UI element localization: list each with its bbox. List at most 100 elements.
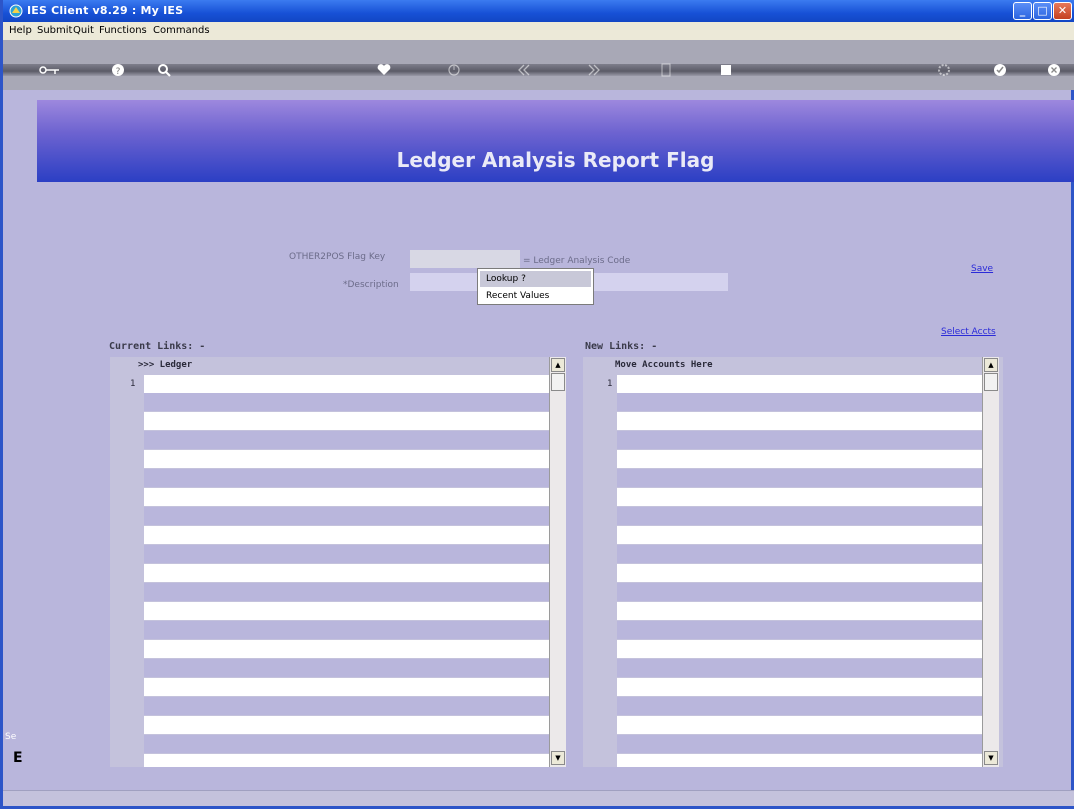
table-row[interactable]	[144, 583, 549, 601]
flag-key-input[interactable]	[410, 250, 520, 268]
lookup-menu-item[interactable]: Lookup ?	[480, 271, 591, 287]
current-links-scrollbar[interactable]: ▲ ▼	[549, 357, 566, 767]
table-row[interactable]	[144, 507, 549, 525]
table-row[interactable]	[617, 640, 982, 658]
current-links-header: >>> Ledger	[138, 360, 193, 370]
table-row[interactable]	[617, 583, 982, 601]
title-bar[interactable]: IES Client v8.29 : My IES _ □ ✕	[3, 0, 1074, 22]
table-row[interactable]	[617, 488, 982, 506]
menu-submit[interactable]: Submit	[37, 25, 72, 36]
settings-icon[interactable]	[933, 61, 955, 79]
row-number: 1	[130, 379, 136, 389]
status-bar	[3, 790, 1074, 806]
table-row[interactable]	[617, 375, 982, 393]
menu-bar: Help Submit Quit Functions Commands	[3, 22, 1074, 40]
side-label: Se	[5, 732, 17, 742]
table-row[interactable]	[617, 564, 982, 582]
scroll-down-arrow-icon[interactable]: ▼	[984, 751, 998, 765]
table-row[interactable]	[617, 450, 982, 468]
table-row[interactable]	[617, 697, 982, 715]
table-row[interactable]	[144, 431, 549, 449]
select-accts-link[interactable]: Select Accts	[941, 327, 996, 337]
table-row[interactable]	[617, 431, 982, 449]
heart-icon[interactable]	[373, 61, 395, 79]
table-row[interactable]	[617, 469, 982, 487]
page-title: Ledger Analysis Report Flag	[396, 148, 715, 172]
ledger-analysis-label: = Ledger Analysis Code	[523, 256, 631, 266]
table-row[interactable]	[144, 564, 549, 582]
table-row[interactable]	[144, 602, 549, 620]
table-row[interactable]	[144, 545, 549, 563]
scroll-thumb[interactable]	[984, 373, 998, 391]
table-row[interactable]	[144, 678, 549, 696]
forward-icon[interactable]	[583, 61, 605, 79]
key-icon[interactable]	[39, 61, 61, 79]
menu-functions[interactable]: Functions	[99, 25, 147, 36]
table-row[interactable]	[144, 526, 549, 544]
flag-key-label: OTHER2POS Flag Key	[289, 252, 386, 262]
close-window-button[interactable]: ✕	[1053, 2, 1072, 20]
table-row[interactable]	[144, 450, 549, 468]
table-row[interactable]	[617, 545, 982, 563]
new-links-grid[interactable]: Move Accounts Here 1 ▲ ▼	[583, 357, 1003, 767]
help-icon[interactable]: ?	[107, 61, 129, 79]
scroll-down-arrow-icon[interactable]: ▼	[551, 751, 565, 765]
search-icon[interactable]	[153, 61, 175, 79]
table-row[interactable]	[617, 678, 982, 696]
rewind-icon[interactable]	[513, 61, 535, 79]
recent-values-menu-item[interactable]: Recent Values	[480, 288, 591, 304]
table-row[interactable]	[144, 640, 549, 658]
table-row[interactable]	[144, 659, 549, 677]
table-row[interactable]	[144, 488, 549, 506]
new-links-scrollbar[interactable]: ▲ ▼	[982, 357, 999, 767]
table-row[interactable]	[617, 602, 982, 620]
table-row[interactable]	[144, 754, 549, 767]
table-row[interactable]	[617, 526, 982, 544]
current-links-title: Current Links: -	[109, 341, 206, 352]
table-row[interactable]	[144, 621, 549, 639]
table-row[interactable]	[617, 735, 982, 753]
maximize-button[interactable]: □	[1033, 2, 1052, 20]
close-icon[interactable]	[1043, 61, 1065, 79]
description-label: *Description	[343, 280, 399, 290]
toolbar: ?	[3, 40, 1074, 90]
window-title: IES Client v8.29 : My IES	[27, 4, 184, 17]
table-row[interactable]	[144, 412, 549, 430]
current-links-grid[interactable]: >>> Ledger 1 ▲ ▼	[110, 357, 566, 767]
new-links-header: Move Accounts Here	[615, 360, 713, 370]
table-row[interactable]	[144, 393, 549, 411]
minimize-button[interactable]: _	[1013, 2, 1032, 20]
table-row[interactable]	[617, 659, 982, 677]
menu-help[interactable]: Help	[9, 25, 32, 36]
side-panel: Se E	[3, 720, 31, 800]
clock-icon[interactable]	[443, 61, 465, 79]
table-row[interactable]	[617, 716, 982, 734]
table-row[interactable]	[144, 469, 549, 487]
scroll-thumb[interactable]	[551, 373, 565, 391]
scroll-up-arrow-icon[interactable]: ▲	[984, 358, 998, 372]
svg-text:?: ?	[116, 67, 121, 77]
table-row[interactable]	[144, 697, 549, 715]
scroll-up-arrow-icon[interactable]: ▲	[551, 358, 565, 372]
table-row[interactable]	[617, 621, 982, 639]
table-row[interactable]	[144, 735, 549, 753]
table-row[interactable]	[617, 754, 982, 767]
side-glyph: E	[13, 750, 23, 766]
table-row[interactable]	[144, 375, 549, 393]
square-icon[interactable]	[715, 61, 737, 79]
menu-commands[interactable]: Commands	[153, 25, 210, 36]
page-banner: Ledger Analysis Report Flag	[37, 100, 1074, 182]
table-row[interactable]	[617, 412, 982, 430]
page-icon[interactable]	[655, 61, 677, 79]
current-links-rows	[144, 375, 549, 767]
table-row[interactable]	[617, 507, 982, 525]
new-links-rows	[617, 375, 982, 767]
table-row[interactable]	[617, 393, 982, 411]
row-number: 1	[607, 379, 613, 389]
check-icon[interactable]	[989, 61, 1011, 79]
application-window: IES Client v8.29 : My IES _ □ ✕ Help Sub…	[0, 0, 1074, 809]
table-row[interactable]	[144, 716, 549, 734]
save-link[interactable]: Save	[971, 264, 993, 274]
context-menu: Lookup ? Recent Values	[477, 268, 594, 305]
menu-quit[interactable]: Quit	[73, 25, 94, 36]
